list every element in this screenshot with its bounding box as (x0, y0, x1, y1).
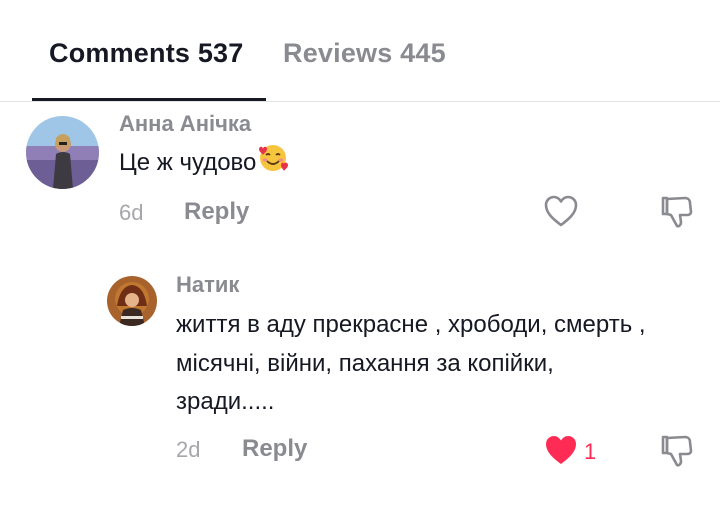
comment-text: Це ж чудово (119, 143, 289, 184)
heart-outline-icon (544, 195, 578, 227)
tab-comments[interactable]: Comments 537 (49, 38, 243, 69)
like-count: 1 (584, 439, 597, 464)
comment-text-line: зради..... (176, 388, 275, 415)
tab-reviews[interactable]: Reviews 445 (283, 38, 446, 69)
avatar[interactable] (26, 116, 99, 189)
comment-timestamp: 2d (176, 437, 201, 462)
comment-timestamp: 6d (119, 200, 144, 225)
like-button[interactable] (543, 433, 579, 472)
comment-author[interactable]: Натик (176, 272, 239, 298)
comment-text-content: Це ж чудово (119, 148, 257, 176)
comment-text-line: життя в аду прекрасне , хрободи, смерть … (176, 311, 646, 338)
thumbs-down-icon (661, 435, 693, 467)
heart-filled-icon (546, 436, 576, 464)
reply-button[interactable]: Reply (242, 435, 307, 463)
comment-tabs: Comments 537 Reviews 445 (0, 0, 720, 102)
tab-divider (0, 101, 720, 102)
comment-author[interactable]: Анна Анічка (119, 111, 251, 137)
like-button[interactable] (543, 194, 579, 233)
dislike-button[interactable] (659, 194, 695, 235)
reply-button[interactable]: Reply (184, 198, 249, 226)
smiling-face-with-hearts-icon (257, 143, 289, 184)
dislike-button[interactable] (659, 433, 695, 474)
thumbs-down-icon (661, 196, 693, 228)
comment-text-line: місячні, війни, пахання за копійки, (176, 350, 554, 377)
avatar[interactable] (107, 276, 157, 326)
